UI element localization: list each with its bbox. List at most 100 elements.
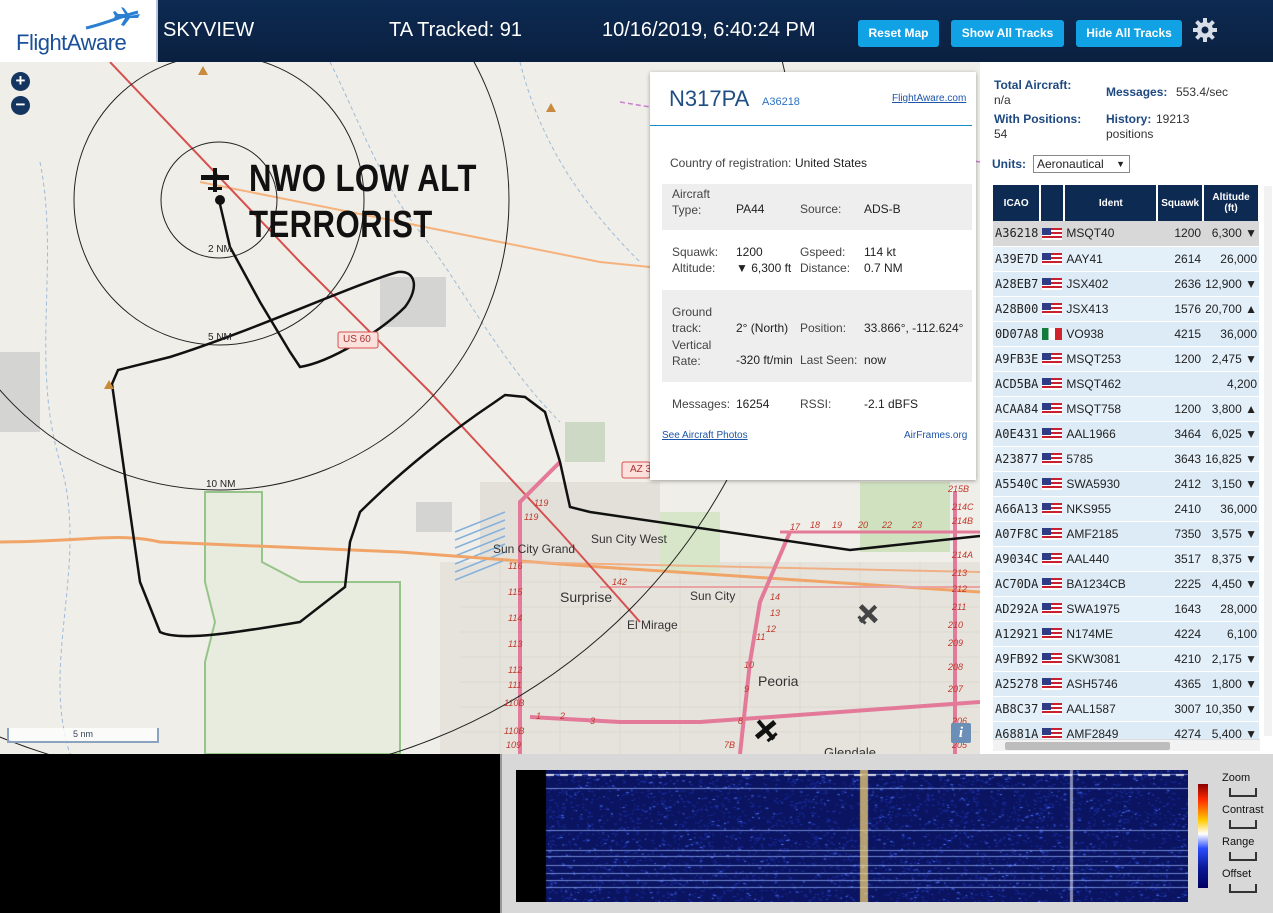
exit-label: 10 <box>744 660 755 670</box>
table-row[interactable]: A25278 ASH5746 4365 1,800 ▼ <box>993 671 1259 697</box>
flightaware-logo[interactable]: FlightAware <box>0 0 158 62</box>
horizontal-scrollbar[interactable] <box>993 739 1260 751</box>
table-row[interactable]: A66A13 NKS955 2410 36,000 <box>993 496 1259 522</box>
scrollbar-thumb[interactable] <box>1005 742 1170 750</box>
column-squawk[interactable]: Squawk <box>1157 185 1205 221</box>
squawk-cell: 1200 <box>1157 396 1204 422</box>
table-row[interactable]: AC70DA BA1234CB 2225 4,450 ▼ <box>993 571 1259 597</box>
range-slider[interactable] <box>1229 852 1257 861</box>
table-row[interactable]: AB8C37 AAL1587 3007 10,350 ▼ <box>993 696 1259 722</box>
column-ident[interactable]: Ident <box>1064 185 1159 221</box>
squawk-cell: 2410 <box>1157 496 1204 522</box>
exit-label: 210 <box>948 620 964 630</box>
table-row[interactable]: 0D07A8 VO938 4215 36,000 <box>993 321 1259 347</box>
us-flag-icon <box>1042 478 1063 491</box>
reset-map-button[interactable]: Reset Map <box>858 20 939 47</box>
column-altitude[interactable]: Altitude (ft) <box>1203 185 1260 221</box>
table-row[interactable]: A0E431 AAL1966 3464 6,025 ▼ <box>993 421 1259 447</box>
hex-code[interactable]: A36218 <box>762 96 800 108</box>
overlay-text-line-1: NWO LOW ALT <box>249 158 477 200</box>
color-scale-bar <box>1198 784 1208 888</box>
highway-us60: US 60 <box>343 334 371 345</box>
zoom-out-button[interactable]: − <box>11 96 30 115</box>
icao-cell: AD292A <box>993 596 1041 622</box>
zoom-slider[interactable] <box>1229 788 1257 797</box>
waterfall-display[interactable] <box>516 770 1188 902</box>
altitude-cell: 6,025 ▼ <box>1203 421 1259 447</box>
exit-label: 110B <box>504 698 525 708</box>
icao-cell: ACAA84 <box>993 396 1041 422</box>
zoom-in-button[interactable]: + <box>11 72 30 91</box>
spectrum-waterfall-panel: Zoom Contrast Range Offset <box>500 754 1273 913</box>
table-row[interactable]: A9FB3E MSQT253 1200 2,475 ▼ <box>993 346 1259 372</box>
us-flag-icon <box>1042 453 1063 466</box>
messages-value: 16254 <box>736 397 770 411</box>
zoom-label: Zoom <box>1222 772 1251 784</box>
place-sun-city-west: Sun City West <box>591 532 667 546</box>
info-icon[interactable]: i <box>951 723 971 743</box>
units-dropdown[interactable]: Aeronautical ▼ <box>1033 155 1130 173</box>
icao-cell: A0E431 <box>993 421 1041 447</box>
flag-cell <box>1040 371 1065 397</box>
exit-label: 23 <box>912 520 923 530</box>
us-flag-icon <box>1042 528 1063 541</box>
us-flag-icon <box>1042 678 1063 691</box>
vertical-scrollbar[interactable] <box>1264 186 1272 736</box>
hide-all-tracks-button[interactable]: Hide All Tracks <box>1076 20 1182 47</box>
aircraft-photos-link[interactable]: See Aircraft Photos <box>662 430 748 441</box>
airframes-link[interactable]: AirFrames.org <box>904 430 967 441</box>
messages-label: Messages: <box>1106 85 1168 99</box>
squawk-cell: 2412 <box>1157 471 1204 497</box>
ident-cell: 5785 <box>1064 446 1158 472</box>
total-aircraft-label: Total Aircraft: <box>994 78 1072 92</box>
squawk-cell: 3517 <box>1157 546 1204 572</box>
altitude-cell: 3,800 ▲ <box>1203 396 1259 422</box>
table-row[interactable]: AD292A SWA1975 1643 28,000 <box>993 596 1259 622</box>
table-row[interactable]: A9FB92 SKW3081 4210 2,175 ▼ <box>993 646 1259 672</box>
exit-label: 111 <box>508 680 522 690</box>
squawk-cell: 2636 <box>1157 271 1204 297</box>
table-row[interactable]: A28B00 JSX413 1576 20,700 ▲ <box>993 296 1259 322</box>
flag-cell <box>1040 296 1065 322</box>
icao-cell: A28EB7 <box>993 271 1041 297</box>
column-flag[interactable] <box>1040 185 1066 221</box>
altitude-cell: 8,375 ▼ <box>1203 546 1259 572</box>
exit-label: 213 <box>952 568 968 578</box>
icao-cell: A25278 <box>993 671 1041 697</box>
squawk-cell: 4215 <box>1157 321 1204 347</box>
table-row[interactable]: A07F8C AMF2185 7350 3,575 ▼ <box>993 521 1259 547</box>
messages-value: 553.4/sec <box>1176 85 1229 99</box>
table-row[interactable]: A39E7D AAY41 2614 26,000 <box>993 246 1259 272</box>
flag-cell <box>1040 346 1065 372</box>
table-row[interactable]: A28EB7 JSX402 2636 12,900 ▼ <box>993 271 1259 297</box>
offset-slider[interactable] <box>1229 884 1257 893</box>
icao-cell: A9FB92 <box>993 646 1041 672</box>
ident-cell: AMF2185 <box>1064 521 1158 547</box>
exit-label: 22 <box>882 520 893 530</box>
table-row[interactable]: A36218 MSQT40 1200 6,300 ▼ <box>993 221 1259 247</box>
show-all-tracks-button[interactable]: Show All Tracks <box>951 20 1064 47</box>
table-row[interactable]: ACAA84 MSQT758 1200 3,800 ▲ <box>993 396 1259 422</box>
exit-label: 215B <box>948 484 970 494</box>
squawk-label: Squawk: <box>672 245 719 259</box>
exit-label: 12 <box>766 624 777 634</box>
squawk-cell: 1643 <box>1157 596 1204 622</box>
squawk-cell: 1576 <box>1157 296 1204 322</box>
table-row[interactable]: A9034C AAL440 3517 8,375 ▼ <box>993 546 1259 572</box>
column-icao[interactable]: ICAO <box>993 185 1042 221</box>
exit-label: 19 <box>832 520 843 530</box>
flightaware-link[interactable]: FlightAware.com <box>892 93 966 104</box>
flag-cell <box>1040 471 1065 497</box>
exit-label: 208 <box>948 662 964 672</box>
altitude-value: ▼ 6,300 ft <box>736 261 792 275</box>
squawk-cell: 2225 <box>1157 571 1204 597</box>
table-row[interactable]: ACD5BA MSQT462 4,200 <box>993 371 1259 397</box>
table-row[interactable]: A5540C SWA5930 2412 3,150 ▼ <box>993 471 1259 497</box>
table-row[interactable]: A12921 N174ME 4224 6,100 <box>993 621 1259 647</box>
last-seen-label: Last Seen: <box>800 353 858 367</box>
place-sun-city: Sun City <box>690 589 736 603</box>
icao-cell: AB8C37 <box>993 696 1041 722</box>
table-row[interactable]: A23877 5785 3643 16,825 ▼ <box>993 446 1259 472</box>
contrast-slider[interactable] <box>1229 820 1257 829</box>
gear-icon[interactable] <box>1192 17 1218 43</box>
